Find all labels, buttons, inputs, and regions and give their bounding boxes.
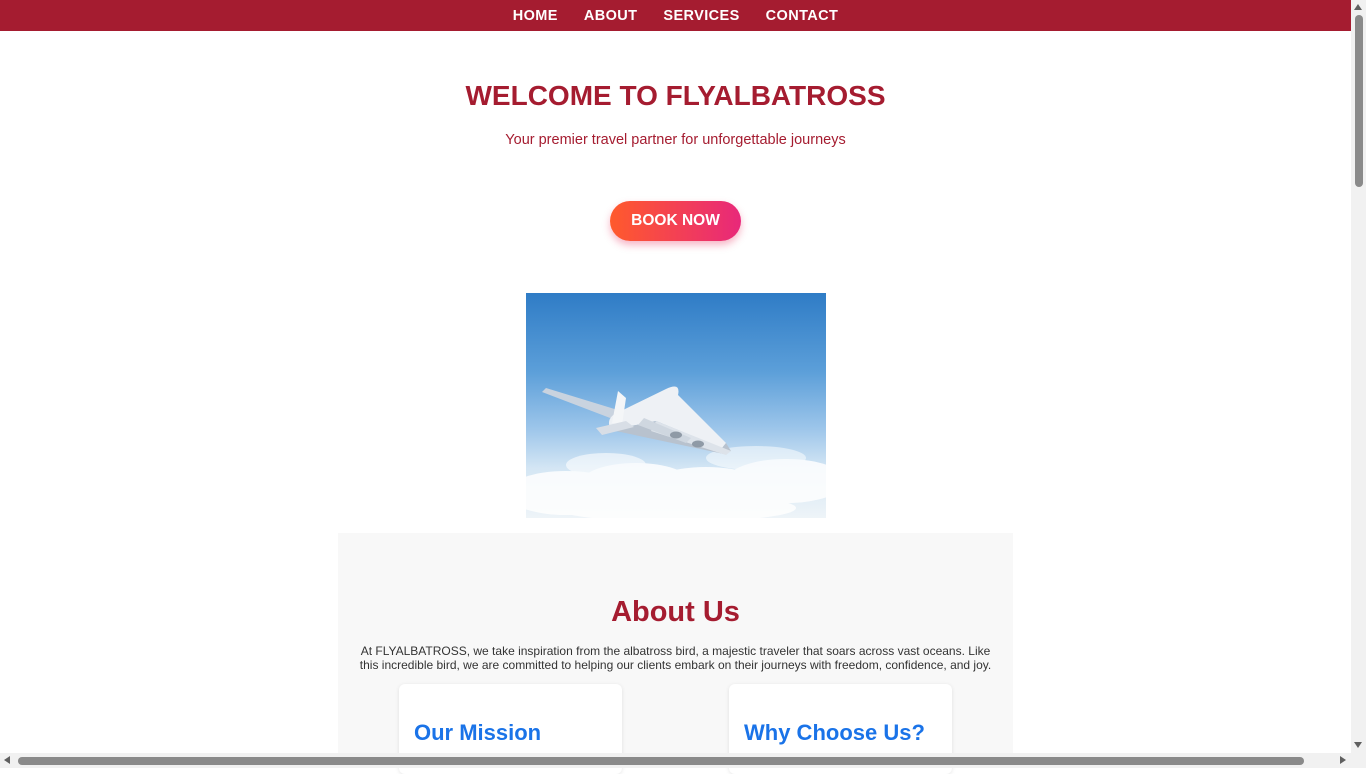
scroll-right-arrow-icon[interactable] (1340, 756, 1346, 764)
airplane-in-sky-icon (526, 386, 826, 518)
mission-card-title: Our Mission (414, 720, 542, 745)
nav-link-contact[interactable]: CONTACT (766, 8, 839, 24)
vertical-scroll-thumb[interactable] (1355, 15, 1363, 187)
vertical-scrollbar[interactable] (1351, 0, 1366, 753)
hero-subtitle: Your premier travel partner for unforget… (505, 132, 846, 148)
nav-link-about[interactable]: ABOUT (584, 8, 638, 24)
scroll-down-arrow-icon[interactable] (1354, 742, 1362, 748)
book-now-button[interactable]: BOOK NOW (610, 201, 741, 241)
scroll-up-arrow-icon[interactable] (1354, 4, 1362, 10)
about-section: About Us At FLYALBATROSS, we take inspir… (338, 533, 1013, 774)
top-navbar: HOME ABOUT SERVICES CONTACT (0, 0, 1351, 31)
hero-image (526, 293, 826, 518)
about-text: At FLYALBATROSS, we take inspiration fro… (359, 644, 992, 672)
about-title: About Us (611, 596, 740, 628)
why-choose-card-title: Why Choose Us? (744, 720, 925, 745)
hero-title: WELCOME TO FLYALBATROSS (465, 80, 886, 111)
nav-link-services[interactable]: SERVICES (663, 8, 739, 24)
horizontal-scrollbar[interactable] (0, 753, 1366, 768)
nav-link-home[interactable]: HOME (513, 8, 558, 24)
horizontal-scroll-thumb[interactable] (18, 757, 1304, 765)
scroll-left-arrow-icon[interactable] (4, 756, 10, 764)
